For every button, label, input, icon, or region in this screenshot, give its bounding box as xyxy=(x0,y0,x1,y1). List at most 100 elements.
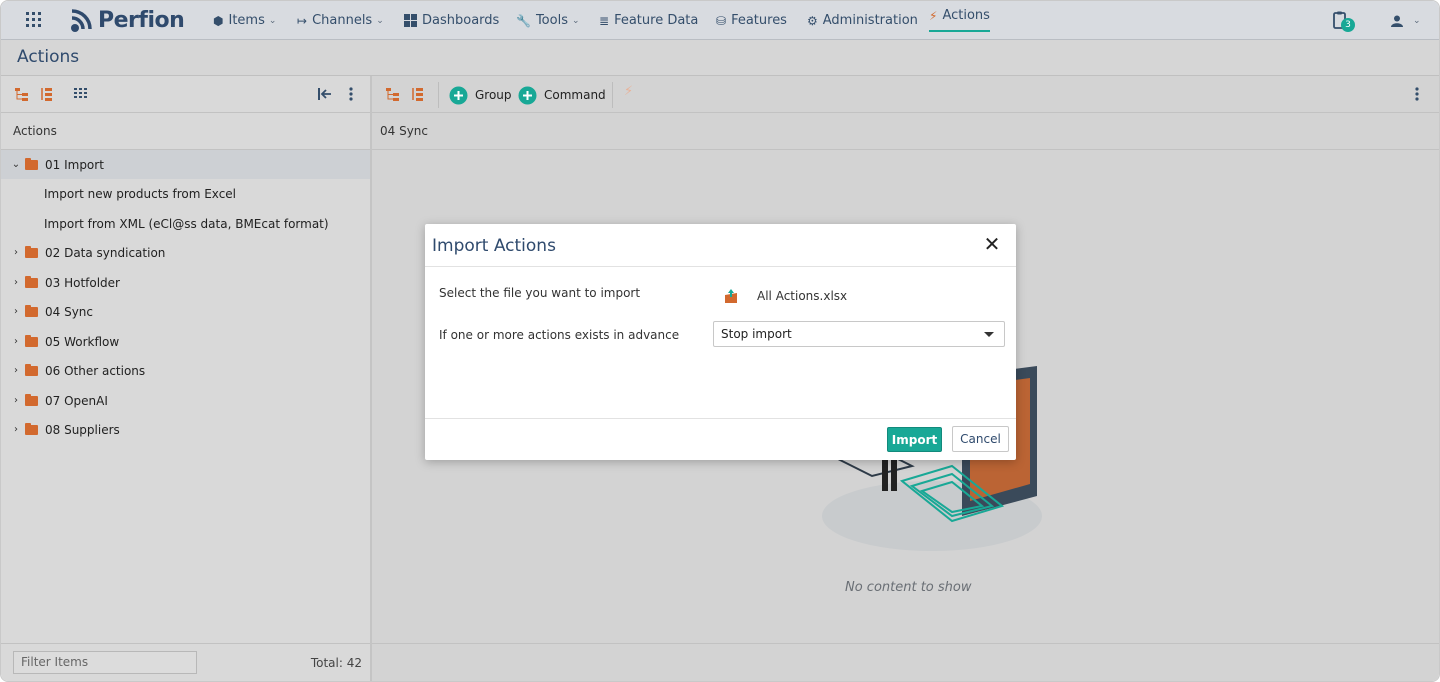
chevron-down-icon: ⌄ xyxy=(268,15,277,26)
plus-circle-icon xyxy=(518,86,537,104)
file-picker[interactable]: All Actions.xlsx xyxy=(723,284,847,308)
chevron-right-icon[interactable]: › xyxy=(9,247,23,258)
dashboard-icon xyxy=(404,14,417,27)
nav-administration[interactable]: ⚙ Administration xyxy=(807,1,918,40)
tree-folder-07-openai[interactable]: › 07 OpenAI xyxy=(1,386,370,415)
close-icon[interactable]: ✕ xyxy=(982,234,1002,254)
run-action-icon[interactable]: ⚡ xyxy=(624,84,633,99)
total-count: Total: 42 xyxy=(310,656,362,670)
import-actions-dialog: Import Actions ✕ Select the file you wan… xyxy=(425,224,1016,460)
import-button[interactable]: Import xyxy=(887,427,942,452)
nav-features-label: Features xyxy=(731,13,787,28)
perfion-logo-icon xyxy=(71,8,92,32)
tree-item-label: Import new products from Excel xyxy=(44,186,237,201)
actions-tree-panel: Actions ⌄ 01 Import Import new products … xyxy=(1,76,372,681)
tree-folder-01-import[interactable]: ⌄ 01 Import xyxy=(1,150,370,179)
more-vertical-icon[interactable] xyxy=(1409,86,1425,102)
tree-folder-06-other-actions[interactable]: › 06 Other actions xyxy=(1,356,370,385)
actions-bolt-icon: ⚡ xyxy=(929,8,938,23)
tree-folder-label: 03 Hotfolder xyxy=(45,275,120,290)
add-group-button[interactable]: Group xyxy=(449,85,512,105)
empty-state-text: No content to show xyxy=(845,580,972,595)
notifications-button[interactable]: 3 xyxy=(1331,10,1357,34)
folder-icon xyxy=(25,304,38,317)
channel-arrow-icon: ↦ xyxy=(297,13,308,28)
grid-view-icon[interactable] xyxy=(73,86,89,102)
tree-folder-05-workflow[interactable]: › 05 Workflow xyxy=(1,327,370,356)
nav-tools-label: Tools xyxy=(535,13,568,28)
nav-dashboards-label: Dashboards xyxy=(422,13,500,28)
details-column-header: 04 Sync xyxy=(372,113,1439,150)
toolbar-divider xyxy=(612,82,613,108)
dialog-divider xyxy=(425,418,1016,419)
toolbar-divider xyxy=(438,82,439,108)
folder-icon xyxy=(25,157,38,170)
tree-folder-label: 02 Data syndication xyxy=(45,245,166,260)
tree-folder-04-sync[interactable]: › 04 Sync xyxy=(1,297,370,326)
nav-feature-data-label: Feature Data xyxy=(614,13,699,28)
dialog-divider xyxy=(425,266,1016,267)
nav-items[interactable]: ⬢ Items ⌄ xyxy=(213,1,276,40)
tree-expand-icon[interactable] xyxy=(385,86,401,102)
gear-icon: ⚙ xyxy=(807,13,818,28)
folder-icon xyxy=(25,245,38,258)
chevron-right-icon[interactable]: › xyxy=(9,395,23,406)
tree-column-header: Actions xyxy=(1,113,370,150)
folder-icon xyxy=(25,275,38,288)
nav-feature-data[interactable]: ≣ Feature Data xyxy=(599,1,698,40)
file-select-label: Select the file you want to import xyxy=(439,286,641,300)
filter-items-input[interactable]: Filter Items xyxy=(13,651,197,674)
add-group-label: Group xyxy=(475,88,512,102)
nav-items-label: Items xyxy=(228,13,265,28)
tree-folder-label: 04 Sync xyxy=(45,304,94,319)
user-menu[interactable]: ⌄ xyxy=(1391,11,1425,31)
exists-behavior-value: Stop import xyxy=(721,327,792,341)
tree-folder-03-hotfolder[interactable]: › 03 Hotfolder xyxy=(1,268,370,297)
tree-folder-label: 01 Import xyxy=(45,157,104,172)
collapse-panel-icon[interactable] xyxy=(317,86,333,102)
folder-icon xyxy=(25,393,38,406)
nav-features[interactable]: ⛁ Features xyxy=(716,1,787,40)
list-icon: ≣ xyxy=(599,13,610,28)
plus-circle-icon xyxy=(449,86,468,104)
nav-actions[interactable]: ⚡ Actions xyxy=(929,1,990,32)
page-header: Actions xyxy=(1,40,1439,76)
chevron-down-icon[interactable]: ⌄ xyxy=(9,159,23,170)
perfion-logo[interactable]: Perfion xyxy=(69,5,185,36)
tree-collapse-icon[interactable] xyxy=(411,86,427,102)
chevron-right-icon[interactable]: › xyxy=(9,365,23,376)
tree-folder-02-data-syndication[interactable]: › 02 Data syndication xyxy=(1,238,370,267)
cube-icon: ⬢ xyxy=(213,13,224,28)
tree-collapse-icon[interactable] xyxy=(40,86,56,102)
nav-dashboards[interactable]: Dashboards xyxy=(404,1,499,40)
chevron-right-icon[interactable]: › xyxy=(9,306,23,317)
cancel-button[interactable]: Cancel xyxy=(952,426,1009,452)
tree-expand-icon[interactable] xyxy=(14,86,30,102)
add-command-button[interactable]: Command xyxy=(518,85,606,105)
tree-item[interactable]: Import from XML (eCl@ss data, BMEcat for… xyxy=(1,209,370,238)
tree-folder-label: 08 Suppliers xyxy=(45,422,120,437)
chevron-right-icon[interactable]: › xyxy=(9,424,23,435)
nav-administration-label: Administration xyxy=(822,13,918,28)
chevron-right-icon[interactable]: › xyxy=(9,277,23,288)
add-command-label: Command xyxy=(544,88,606,102)
tree-folder-label: 06 Other actions xyxy=(45,363,146,378)
dropdown-arrow-icon xyxy=(984,332,994,337)
nav-channels-label: Channels xyxy=(312,13,373,28)
chevron-down-icon: ⌄ xyxy=(571,15,580,26)
user-icon xyxy=(1391,15,1403,27)
folder-icon xyxy=(25,422,38,435)
more-vertical-icon[interactable] xyxy=(343,86,359,102)
folder-icon xyxy=(25,334,38,347)
app-window: Perfion ⬢ Items ⌄ ↦ Channels ⌄ Dashboard… xyxy=(0,0,1440,682)
chevron-right-icon[interactable]: › xyxy=(9,336,23,347)
app-grid-icon[interactable] xyxy=(25,11,43,29)
tree-folder-08-suppliers[interactable]: › 08 Suppliers xyxy=(1,415,370,444)
nav-channels[interactable]: ↦ Channels ⌄ xyxy=(297,1,384,40)
exists-behavior-select[interactable]: Stop import xyxy=(713,321,1005,347)
footer-divider xyxy=(1,643,370,644)
footer-divider xyxy=(372,643,1439,644)
chevron-down-icon: ⌄ xyxy=(1413,16,1421,26)
nav-tools[interactable]: 🔧 Tools ⌄ xyxy=(516,1,580,40)
tree-item[interactable]: Import new products from Excel xyxy=(1,179,370,208)
